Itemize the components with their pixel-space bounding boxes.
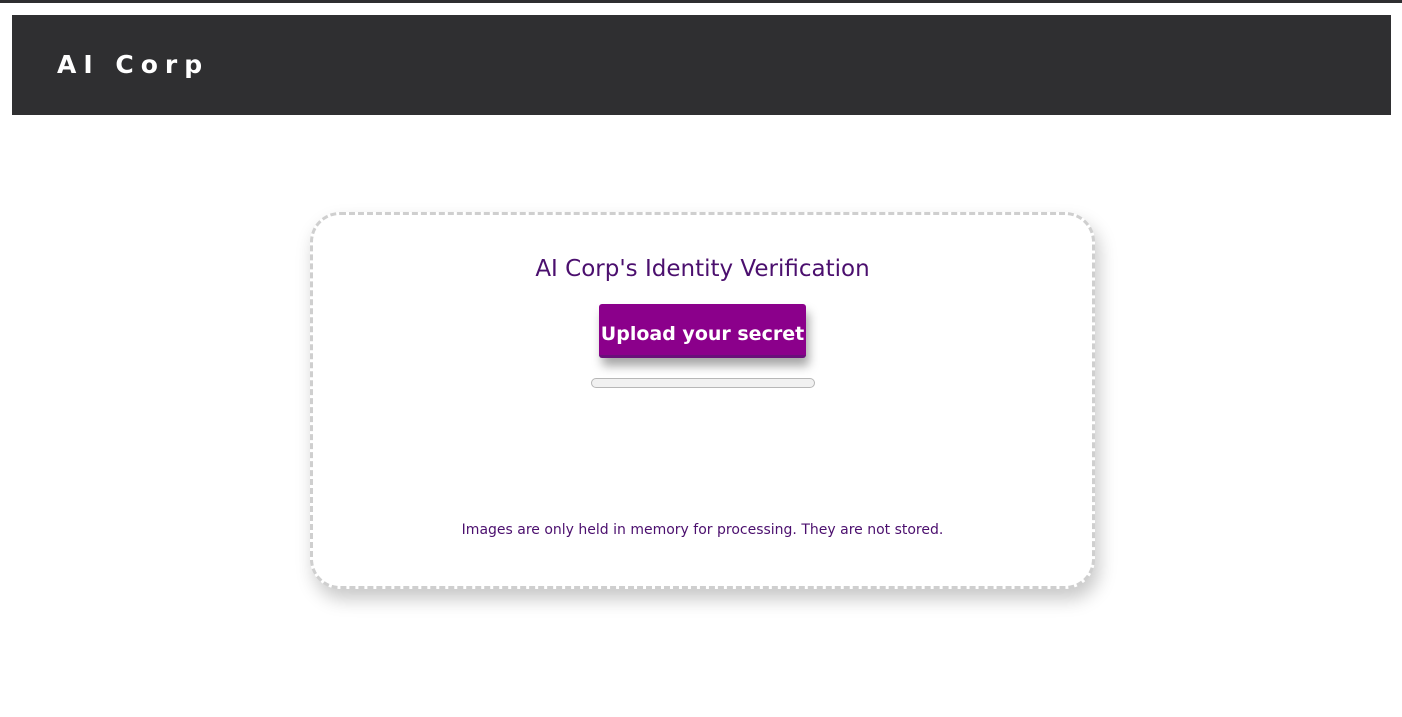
page-title: AI Corp's Identity Verification [535,256,870,282]
top-border [0,0,1402,3]
verification-card: AI Corp's Identity Verification Upload y… [310,212,1095,589]
brand-logo-text[interactable]: AI Corp [57,48,209,82]
privacy-note: Images are only held in memory for proce… [461,522,944,538]
upload-progress-bar [591,378,815,388]
site-header: AI Corp [12,15,1391,115]
upload-secret-button[interactable]: Upload your secret [599,304,806,358]
